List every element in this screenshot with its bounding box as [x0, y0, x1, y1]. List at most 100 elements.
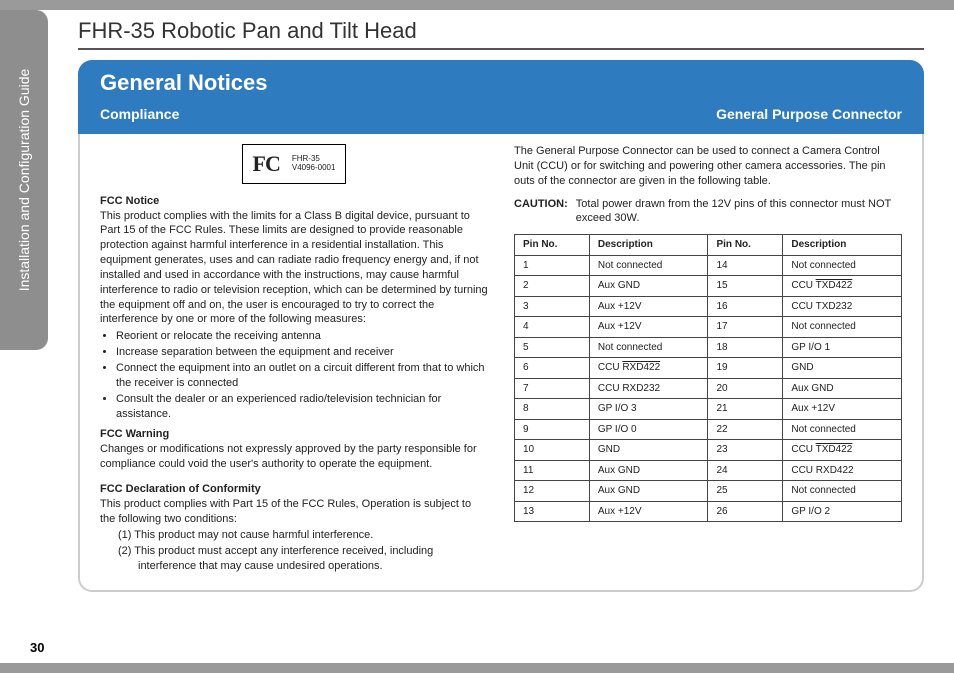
table-cell: GND	[589, 440, 708, 461]
table-cell: Not connected	[783, 481, 902, 502]
list-item: (1) This product may not cause harmful i…	[118, 528, 488, 543]
table-cell: CCU RXD422	[589, 358, 708, 379]
table-row: 1Not connected14Not connected	[515, 255, 902, 276]
subhead-row: Compliance General Purpose Connector	[100, 106, 902, 122]
table-cell: Aux GND	[783, 378, 902, 399]
table-row: 12Aux GND25Not connected	[515, 481, 902, 502]
fcc-logo-icon: FC	[253, 149, 280, 179]
table-cell: 2	[515, 276, 590, 297]
table-cell: GP I/O 3	[589, 399, 708, 420]
table-cell: 10	[515, 440, 590, 461]
table-row: 8GP I/O 321Aux +12V	[515, 399, 902, 420]
table-cell: Aux +12V	[589, 296, 708, 317]
table-cell: Not connected	[783, 255, 902, 276]
page-body: FHR-35 Robotic Pan and Tilt Head General…	[48, 10, 954, 663]
fcc-badge: FC FHR-35 V4096-0001	[100, 144, 488, 184]
fcc-decl-head: FCC Declaration of Conformity	[100, 482, 488, 497]
compliance-column: FC FHR-35 V4096-0001 FCC Notice This pro…	[100, 144, 488, 576]
fcc-warning-head: FCC Warning	[100, 427, 488, 442]
table-cell: 13	[515, 501, 590, 522]
list-item: (2) This product must accept any interfe…	[118, 544, 488, 574]
side-tab: Installation and Configuration Guide	[0, 10, 48, 350]
table-cell: 17	[708, 317, 783, 338]
table-cell: 25	[708, 481, 783, 502]
table-cell: CCU TXD422	[783, 276, 902, 297]
fcc-warning-body: Changes or modifications not expressly a…	[100, 442, 488, 472]
fcc-code: V4096-0001	[292, 164, 336, 173]
fcc-decl-list: (1) This product may not cause harmful i…	[118, 528, 488, 574]
connector-column: The General Purpose Connector can be use…	[514, 144, 902, 576]
table-cell: 22	[708, 419, 783, 440]
table-cell: GP I/O 2	[783, 501, 902, 522]
table-row: 10GND23CCU TXD422	[515, 440, 902, 461]
table-row: 2Aux GND15CCU TXD422	[515, 276, 902, 297]
table-cell: 23	[708, 440, 783, 461]
table-row: 9GP I/O 022Not connected	[515, 419, 902, 440]
table-row: 13Aux +12V26GP I/O 2	[515, 501, 902, 522]
subhead-right: General Purpose Connector	[716, 106, 902, 122]
section-header: General Notices Compliance General Purpo…	[78, 60, 924, 134]
list-item: Connect the equipment into an outlet on …	[116, 361, 488, 391]
table-cell: 19	[708, 358, 783, 379]
table-cell: 3	[515, 296, 590, 317]
table-cell: CCU RXD232	[589, 378, 708, 399]
table-cell: Not connected	[783, 419, 902, 440]
bottom-strip	[0, 663, 954, 673]
table-row: 11Aux GND24CCU RXD422	[515, 460, 902, 481]
table-cell: Not connected	[589, 255, 708, 276]
table-cell: 4	[515, 317, 590, 338]
th-pin-b: Pin No.	[708, 235, 783, 256]
side-tab-label: Installation and Configuration Guide	[16, 69, 32, 292]
table-cell: Aux +12V	[783, 399, 902, 420]
table-header-row: Pin No. Description Pin No. Description	[515, 235, 902, 256]
table-cell: 15	[708, 276, 783, 297]
table-row: 7CCU RXD23220Aux GND	[515, 378, 902, 399]
table-cell: 14	[708, 255, 783, 276]
table-cell: 11	[515, 460, 590, 481]
table-cell: CCU TXD422	[783, 440, 902, 461]
table-cell: Aux +12V	[589, 317, 708, 338]
table-row: 6CCU RXD42219GND	[515, 358, 902, 379]
table-cell: Not connected	[783, 317, 902, 338]
top-strip	[0, 0, 954, 10]
table-cell: Aux GND	[589, 276, 708, 297]
list-item: Increase separation between the equipmen…	[116, 345, 488, 360]
doc-title: FHR-35 Robotic Pan and Tilt Head	[78, 18, 924, 50]
list-item: Reorient or relocate the receiving anten…	[116, 329, 488, 344]
table-cell: 18	[708, 337, 783, 358]
section-title: General Notices	[100, 70, 902, 96]
table-cell: CCU RXD422	[783, 460, 902, 481]
caution-label: CAUTION:	[514, 197, 568, 227]
table-cell: 7	[515, 378, 590, 399]
table-cell: Aux GND	[589, 460, 708, 481]
list-item: Consult the dealer or an experienced rad…	[116, 392, 488, 422]
th-pin-a: Pin No.	[515, 235, 590, 256]
table-cell: 20	[708, 378, 783, 399]
fcc-model-info: FHR-35 V4096-0001	[292, 155, 336, 173]
th-desc-a: Description	[589, 235, 708, 256]
table-cell: 1	[515, 255, 590, 276]
table-cell: 21	[708, 399, 783, 420]
connector-intro: The General Purpose Connector can be use…	[514, 144, 902, 189]
content-area: FC FHR-35 V4096-0001 FCC Notice This pro…	[78, 130, 924, 592]
pin-table: Pin No. Description Pin No. Description …	[514, 234, 902, 522]
table-cell: GND	[783, 358, 902, 379]
table-cell: 5	[515, 337, 590, 358]
table-cell: GP I/O 0	[589, 419, 708, 440]
fcc-decl-intro: This product complies with Part 15 of th…	[100, 497, 488, 527]
table-cell: Aux +12V	[589, 501, 708, 522]
table-cell: 12	[515, 481, 590, 502]
table-cell: Not connected	[589, 337, 708, 358]
fcc-notice-body: This product complies with the limits fo…	[100, 209, 488, 328]
table-cell: 16	[708, 296, 783, 317]
table-row: 4Aux +12V17Not connected	[515, 317, 902, 338]
table-cell: CCU TXD232	[783, 296, 902, 317]
table-cell: 26	[708, 501, 783, 522]
fcc-notice-bullets: Reorient or relocate the receiving anten…	[116, 329, 488, 421]
fcc-notice-head: FCC Notice	[100, 194, 488, 209]
table-cell: 8	[515, 399, 590, 420]
table-cell: 6	[515, 358, 590, 379]
table-cell: 24	[708, 460, 783, 481]
page-number: 30	[30, 640, 44, 655]
caution-body: Total power drawn from the 12V pins of t…	[576, 197, 902, 227]
